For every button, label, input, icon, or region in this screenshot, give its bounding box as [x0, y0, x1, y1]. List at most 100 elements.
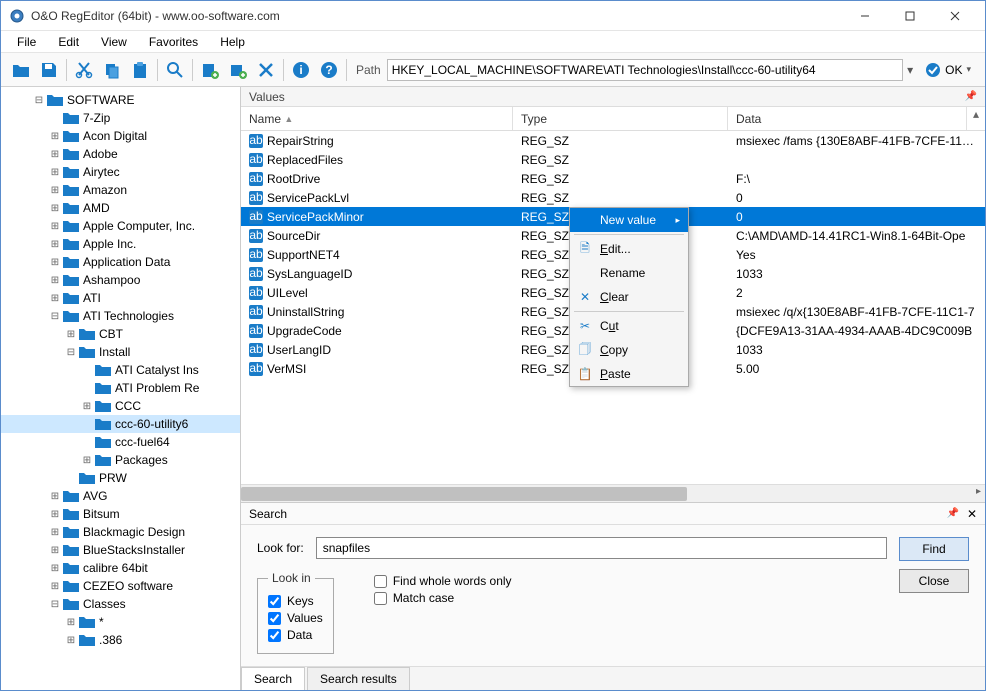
- tree-toggle[interactable]: ⊞: [49, 490, 61, 502]
- column-name[interactable]: Name ▲: [241, 107, 513, 130]
- grid-body[interactable]: abRepairStringREG_SZmsiexec /fams {130E8…: [241, 131, 985, 484]
- data-checkbox[interactable]: Data: [268, 628, 323, 642]
- tree-node-airytec[interactable]: ⊞Airytec: [1, 163, 240, 181]
- tree-node-ati-catalyst-ins[interactable]: ATI Catalyst Ins: [1, 361, 240, 379]
- close-button[interactable]: [932, 2, 977, 30]
- tree-node-ati[interactable]: ⊞ATI: [1, 289, 240, 307]
- menu-file[interactable]: File: [7, 33, 46, 51]
- tree-toggle[interactable]: ⊞: [49, 562, 61, 574]
- tree-panel[interactable]: ⊟SOFTWARE7-Zip⊞Acon Digital⊞Adobe⊞Airyte…: [1, 87, 241, 690]
- tree-node-adobe[interactable]: ⊞Adobe: [1, 145, 240, 163]
- tree-node-ati-problem-re[interactable]: ATI Problem Re: [1, 379, 240, 397]
- menu-view[interactable]: View: [91, 33, 137, 51]
- value-row[interactable]: abRepairStringREG_SZmsiexec /fams {130E8…: [241, 131, 985, 150]
- search-pin-icon[interactable]: 📌: [946, 508, 958, 519]
- tree-toggle[interactable]: ⊟: [49, 310, 61, 322]
- horizontal-scrollbar[interactable]: ▸: [241, 484, 985, 502]
- tree-node-apple-inc-[interactable]: ⊞Apple Inc.: [1, 235, 240, 253]
- cut-icon[interactable]: [70, 56, 98, 84]
- find-button[interactable]: Find: [899, 537, 969, 561]
- maximize-button[interactable]: [887, 2, 932, 30]
- tree-toggle[interactable]: ⊞: [49, 130, 61, 142]
- tree-node-apple-computer-inc-[interactable]: ⊞Apple Computer, Inc.: [1, 217, 240, 235]
- tab-search-results[interactable]: Search results: [307, 667, 410, 690]
- tree-node-amd[interactable]: ⊞AMD: [1, 199, 240, 217]
- tree-toggle[interactable]: ⊞: [49, 256, 61, 268]
- tree-toggle[interactable]: ⊞: [49, 220, 61, 232]
- tree-toggle[interactable]: ⊞: [49, 526, 61, 538]
- tree-toggle[interactable]: ⊞: [81, 454, 93, 466]
- tree-node-ccc-fuel64[interactable]: ccc-fuel64: [1, 433, 240, 451]
- tree-node-ashampoo[interactable]: ⊞Ashampoo: [1, 271, 240, 289]
- tree-toggle[interactable]: ⊞: [49, 166, 61, 178]
- ctx-copy[interactable]: 🗍Copy: [570, 338, 688, 362]
- tree-node-ati-technologies[interactable]: ⊟ATI Technologies: [1, 307, 240, 325]
- match-case-checkbox[interactable]: Match case: [374, 591, 512, 605]
- new-key-icon[interactable]: [196, 56, 224, 84]
- help-icon[interactable]: ?: [315, 56, 343, 84]
- search-icon[interactable]: [161, 56, 189, 84]
- tree-node-cbt[interactable]: ⊞CBT: [1, 325, 240, 343]
- column-data[interactable]: Data: [728, 107, 967, 130]
- values-checkbox[interactable]: Values: [268, 611, 323, 625]
- column-type[interactable]: Type: [513, 107, 728, 130]
- menu-edit[interactable]: Edit: [48, 33, 89, 51]
- tree-node-classes[interactable]: ⊟Classes: [1, 595, 240, 613]
- ctx-edit[interactable]: 🗎Edit...: [570, 237, 688, 261]
- tree-node-application-data[interactable]: ⊞Application Data: [1, 253, 240, 271]
- value-row[interactable]: abServicePackLvlREG_SZ0: [241, 188, 985, 207]
- tree-node-prw[interactable]: PRW: [1, 469, 240, 487]
- paste-icon[interactable]: [126, 56, 154, 84]
- tree-node-install[interactable]: ⊟Install: [1, 343, 240, 361]
- tree-toggle[interactable]: ⊟: [33, 94, 45, 106]
- tree-node-calibre-64bit[interactable]: ⊞calibre 64bit: [1, 559, 240, 577]
- tree-toggle[interactable]: ⊞: [65, 328, 77, 340]
- tree-node-packages[interactable]: ⊞Packages: [1, 451, 240, 469]
- tree-toggle[interactable]: ⊟: [49, 598, 61, 610]
- new-value-icon[interactable]: [224, 56, 252, 84]
- tree-node-ccc-60-utility6[interactable]: ccc-60-utility6: [1, 415, 240, 433]
- ctx-cut[interactable]: ✂Cut: [570, 314, 688, 338]
- tree-toggle[interactable]: ⊞: [49, 544, 61, 556]
- tree-toggle[interactable]: ⊞: [49, 508, 61, 520]
- tree-node-avg[interactable]: ⊞AVG: [1, 487, 240, 505]
- tree-toggle[interactable]: ⊞: [49, 202, 61, 214]
- look-for-input[interactable]: [316, 537, 887, 559]
- tree-toggle[interactable]: ⊞: [49, 274, 61, 286]
- ctx-clear[interactable]: ✕Clear: [570, 285, 688, 309]
- whole-words-checkbox[interactable]: Find whole words only: [374, 574, 512, 588]
- tab-search[interactable]: Search: [241, 667, 305, 690]
- tree-toggle[interactable]: ⊞: [81, 400, 93, 412]
- tree-node--386[interactable]: ⊞.386: [1, 631, 240, 649]
- tree-node--[interactable]: ⊞*: [1, 613, 240, 631]
- ctx-rename[interactable]: Rename: [570, 261, 688, 285]
- tree-toggle[interactable]: ⊞: [49, 148, 61, 160]
- tree-node-ccc[interactable]: ⊞CCC: [1, 397, 240, 415]
- path-dropdown-icon[interactable]: ▾: [903, 63, 917, 77]
- save-icon[interactable]: [35, 56, 63, 84]
- tree-node-software[interactable]: ⊟SOFTWARE: [1, 91, 240, 109]
- open-icon[interactable]: [7, 56, 35, 84]
- delete-icon[interactable]: [252, 56, 280, 84]
- tree-toggle[interactable]: ⊞: [49, 184, 61, 196]
- value-row[interactable]: abReplacedFilesREG_SZ: [241, 150, 985, 169]
- tree-node-7-zip[interactable]: 7-Zip: [1, 109, 240, 127]
- search-close-button[interactable]: Close: [899, 569, 969, 593]
- ok-button[interactable]: OK ▾: [917, 62, 979, 78]
- keys-checkbox[interactable]: Keys: [268, 594, 323, 608]
- value-row[interactable]: abRootDriveREG_SZF:\: [241, 169, 985, 188]
- menu-help[interactable]: Help: [210, 33, 255, 51]
- tree-node-cezeo-software[interactable]: ⊞CEZEO software: [1, 577, 240, 595]
- search-close-icon[interactable]: ✕: [967, 507, 977, 521]
- tree-toggle[interactable]: ⊞: [65, 634, 77, 646]
- path-input[interactable]: [387, 59, 903, 81]
- scroll-up-icon[interactable]: ▴: [967, 107, 985, 130]
- tree-node-acon-digital[interactable]: ⊞Acon Digital: [1, 127, 240, 145]
- tree-toggle[interactable]: ⊞: [65, 616, 77, 628]
- tree-toggle[interactable]: ⊞: [49, 238, 61, 250]
- tree-node-amazon[interactable]: ⊞Amazon: [1, 181, 240, 199]
- tree-node-bluestacksinstaller[interactable]: ⊞BlueStacksInstaller: [1, 541, 240, 559]
- tree-toggle[interactable]: ⊟: [65, 346, 77, 358]
- menu-favorites[interactable]: Favorites: [139, 33, 208, 51]
- copy-icon[interactable]: [98, 56, 126, 84]
